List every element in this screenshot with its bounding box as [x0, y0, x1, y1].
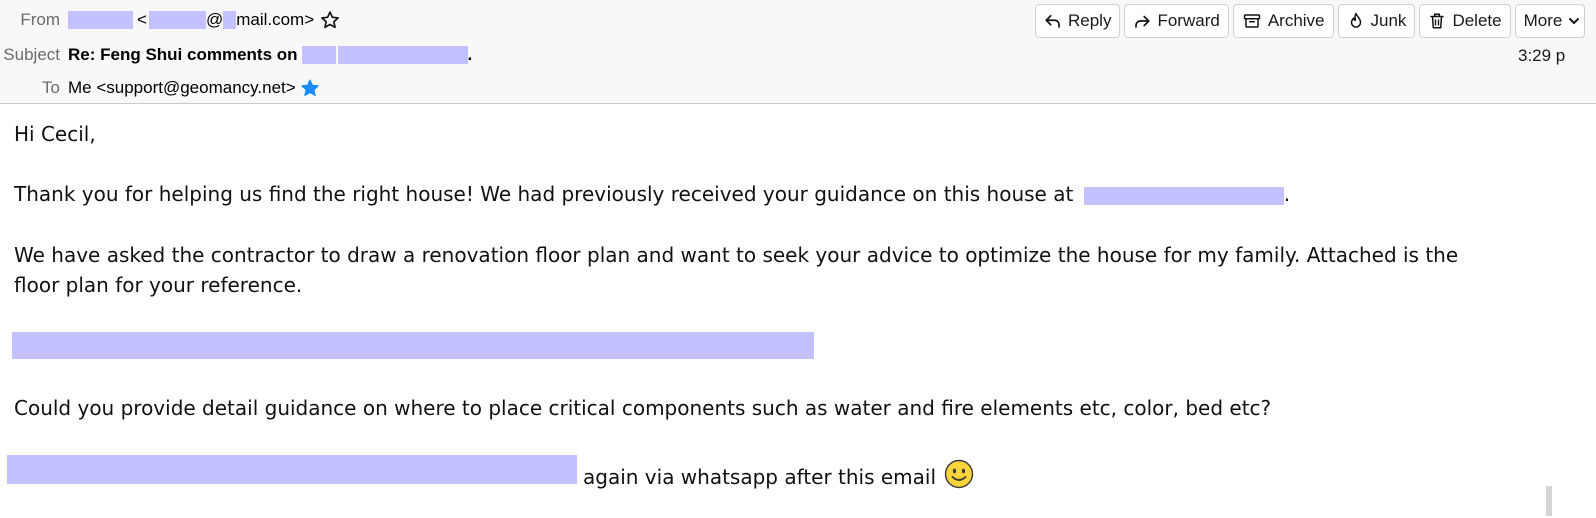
more-button[interactable]: More	[1514, 4, 1586, 38]
junk-button[interactable]: Junk	[1337, 4, 1416, 38]
more-label: More	[1523, 11, 1563, 30]
redacted-sender-name	[68, 11, 133, 29]
redacted-address	[1083, 186, 1284, 205]
forward-button[interactable]: Forward	[1124, 4, 1229, 38]
redacted-subject-2	[337, 46, 468, 64]
star-filled-icon[interactable]	[300, 78, 320, 98]
subject-end: .	[467, 45, 473, 64]
message-toolbar: Reply Forward Archive Junk Delete More	[1035, 4, 1586, 38]
redacted-sender-user	[148, 11, 206, 29]
from-row: From < @ mail.com>	[0, 6, 340, 34]
redacted-block	[12, 332, 814, 359]
archive-label: Archive	[1267, 11, 1325, 30]
from-domain[interactable]: mail.com>	[236, 10, 314, 30]
message-time: 3:29 p	[1518, 46, 1566, 65]
reply-icon	[1044, 12, 1062, 30]
from-lt: <	[137, 10, 147, 29]
trash-icon	[1428, 11, 1446, 31]
delete-label: Delete	[1452, 11, 1502, 30]
delete-button[interactable]: Delete	[1419, 4, 1511, 38]
from-at: @	[205, 10, 224, 29]
archive-button[interactable]: Archive	[1232, 4, 1334, 38]
paragraph-1: Thank you for helping us find the right …	[14, 182, 1290, 206]
paragraph-2-line-2: floor plan for your reference.	[14, 273, 303, 297]
to-value[interactable]: Me <support@geomancy.net>	[68, 78, 296, 98]
greeting-line: Hi Cecil,	[14, 122, 96, 146]
forward-icon	[1133, 12, 1151, 30]
junk-flame-icon	[1347, 11, 1365, 31]
to-row: To Me <support@geomancy.net>	[0, 74, 320, 102]
archive-icon	[1242, 12, 1262, 30]
to-label: To	[42, 78, 60, 97]
from-label: From	[20, 10, 60, 29]
redacted-sender-domain	[223, 11, 237, 29]
redacted-phrase	[7, 455, 577, 484]
paragraph-2-line-1: We have asked the contractor to draw a r…	[14, 243, 1459, 267]
paragraph-3: Could you provide detail guidance on whe…	[14, 396, 1272, 420]
chevron-down-icon	[1568, 15, 1580, 27]
star-outline-icon[interactable]	[320, 10, 340, 30]
forward-label: Forward	[1157, 11, 1220, 30]
paragraph-1-end: .	[1283, 182, 1291, 206]
subject-label: Subject	[3, 45, 60, 64]
reply-button[interactable]: Reply	[1035, 4, 1121, 38]
paragraph-4: again via whatsapp after this email	[583, 459, 974, 494]
paragraph-4-text: again via whatsapp after this email	[583, 464, 937, 489]
subject-row: Subject Re: Feng Shui comments on .	[0, 41, 472, 69]
paragraph-1-text: Thank you for helping us find the right …	[14, 182, 1074, 206]
redacted-subject-1	[301, 46, 336, 64]
reply-label: Reply	[1068, 11, 1112, 30]
subject-text: Re: Feng Shui comments on	[68, 45, 298, 64]
message-body: Hi Cecil, Thank you for helping us find …	[0, 105, 1596, 518]
smiley-emoji-icon	[944, 459, 974, 494]
scrollbar-thumb[interactable]	[1546, 486, 1552, 516]
junk-label: Junk	[1370, 11, 1407, 30]
message-header: From < @ mail.com> Subject Re: Feng Shui…	[0, 0, 1596, 104]
